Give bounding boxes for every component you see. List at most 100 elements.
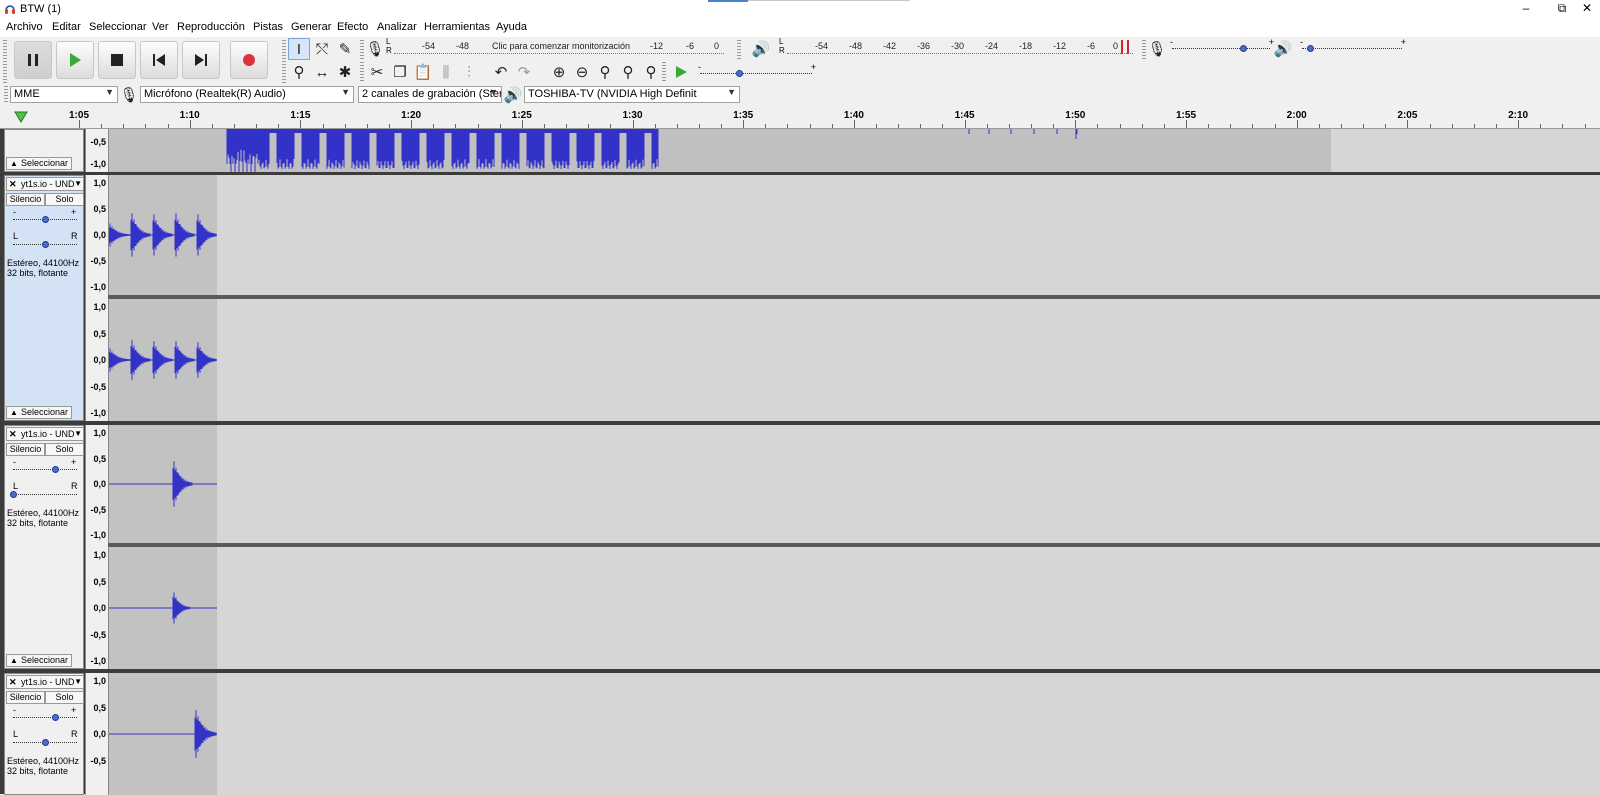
pan-knob[interactable] bbox=[42, 739, 49, 746]
minimize-button[interactable]: – bbox=[1508, 0, 1544, 19]
recording-channels-dropdown[interactable]: 2 canales de grabación (Ster ▼ bbox=[358, 86, 502, 103]
recording-device-dropdown[interactable]: Micrófono (Realtek(R) Audio) ▼ bbox=[140, 86, 354, 103]
menu-generar[interactable]: Generar bbox=[291, 21, 331, 33]
mute-button[interactable]: Silencio bbox=[6, 193, 45, 206]
menu-analizar[interactable]: Analizar bbox=[377, 21, 417, 33]
playback-meter[interactable]: -54 -48 -42 -36 -30 -24 -18 -12 -6 0 bbox=[787, 40, 1133, 54]
menu-editar[interactable]: Editar bbox=[52, 21, 81, 33]
timeshift-tool-icon[interactable]: ↔ bbox=[311, 61, 333, 83]
timeline-ruler[interactable]: 1:05 1:10 1:15 1:20 1:25 1:30 1:35 1:40 1:45 1:50… bbox=[0, 107, 1600, 129]
edit-grip[interactable] bbox=[360, 62, 364, 82]
redo-icon[interactable]: ↷ bbox=[513, 61, 535, 83]
fit-project-icon[interactable]: ⚲ bbox=[617, 61, 639, 83]
play-button[interactable] bbox=[56, 41, 94, 79]
recording-meter[interactable]: -54 -48 Clic para comenzar monitorizació… bbox=[394, 40, 724, 54]
playback-volume-slider[interactable]: - + bbox=[1300, 37, 1406, 52]
menu-herramientas[interactable]: Herramientas bbox=[424, 21, 490, 33]
menu-pistas[interactable]: Pistas bbox=[253, 21, 283, 33]
play-at-speed-knob[interactable] bbox=[736, 70, 744, 77]
track-control-panel[interactable]: ▲ Seleccionar bbox=[4, 129, 84, 172]
waveform-clip[interactable] bbox=[108, 129, 1600, 172]
menu-seleccionar[interactable]: Seleccionar bbox=[89, 21, 146, 33]
close-button[interactable]: ✕ bbox=[1574, 0, 1600, 19]
play-at-speed-slider[interactable]: - + bbox=[698, 62, 816, 77]
record-button[interactable] bbox=[230, 41, 268, 79]
mixer-grip[interactable] bbox=[1142, 40, 1146, 60]
pan-slider[interactable] bbox=[13, 739, 77, 746]
gain-knob[interactable] bbox=[51, 466, 59, 473]
stop-button[interactable] bbox=[98, 41, 136, 79]
audio-host-dropdown[interactable]: MME ▼ bbox=[10, 86, 118, 103]
select-track-button[interactable]: ▲ Seleccionar bbox=[6, 406, 72, 419]
skip-to-end-button[interactable] bbox=[182, 41, 220, 79]
vertical-scale[interactable]: 1,0 0,5 0,0 -0,5 bbox=[85, 673, 108, 795]
play-head-icon[interactable] bbox=[14, 111, 28, 123]
select-track-button[interactable]: ▲ Seleccionar bbox=[6, 654, 72, 667]
undo-icon[interactable]: ↶ bbox=[490, 61, 512, 83]
gain-knob[interactable] bbox=[42, 216, 49, 223]
track-control-panel[interactable]: ✕ yt1s.io - UND ▼ Silencio Solo - + L R Est… bbox=[4, 425, 84, 669]
draw-tool-icon[interactable]: ✎ bbox=[334, 38, 356, 60]
track-control-panel[interactable]: ✕ yt1s.io - UND ▼ Silencio Solo - + L R Est… bbox=[4, 175, 84, 421]
waveform-channel-left[interactable] bbox=[108, 673, 1600, 795]
menu-ver[interactable]: Ver bbox=[152, 21, 169, 33]
zoom-in-icon[interactable]: ⊕ bbox=[548, 61, 570, 83]
gain-slider[interactable] bbox=[13, 216, 77, 223]
trim-audio-icon[interactable]: ⫼ bbox=[435, 61, 457, 83]
waveform-channel-left[interactable] bbox=[108, 425, 1600, 543]
paste-icon[interactable]: 📋 bbox=[412, 61, 434, 83]
gain-knob[interactable] bbox=[51, 714, 59, 721]
device-grip[interactable] bbox=[4, 86, 8, 104]
play-meter-grip[interactable] bbox=[737, 40, 741, 60]
pan-slider[interactable] bbox=[10, 491, 77, 498]
waveform-channel-right[interactable] bbox=[108, 547, 1600, 669]
vertical-scale[interactable]: 1,0 0,5 0,0 -0,5 -1,0 1,0 0,5 0,0 -0,5 -1,0 bbox=[85, 175, 108, 421]
gain-slider[interactable] bbox=[13, 714, 77, 721]
close-track-icon[interactable]: ✕ bbox=[9, 178, 17, 190]
mute-button[interactable]: Silencio bbox=[6, 443, 45, 456]
pan-knob[interactable] bbox=[10, 491, 17, 498]
play-at-speed-button[interactable] bbox=[670, 61, 692, 83]
zoom-toggle-icon[interactable]: ⚲ bbox=[640, 61, 662, 83]
pause-button[interactable] bbox=[14, 41, 52, 79]
pan-knob[interactable] bbox=[42, 241, 49, 248]
waveform-channel-left[interactable] bbox=[108, 175, 1600, 295]
skip-to-start-button[interactable] bbox=[140, 41, 178, 79]
copy-icon[interactable]: ❐ bbox=[389, 61, 411, 83]
solo-button[interactable]: Solo bbox=[45, 443, 84, 456]
tools-grip[interactable] bbox=[282, 40, 286, 84]
zoom-out-icon[interactable]: ⊖ bbox=[571, 61, 593, 83]
pan-slider[interactable] bbox=[13, 241, 77, 248]
rec-meter-prompt[interactable]: Clic para comenzar monitorización bbox=[492, 41, 630, 51]
vertical-scale[interactable]: -0,5 -1,0 bbox=[85, 129, 108, 172]
envelope-tool-icon[interactable]: ⤲ bbox=[311, 38, 333, 60]
zoom-tool-icon[interactable]: ⚲ bbox=[288, 61, 310, 83]
menu-efecto[interactable]: Efecto bbox=[337, 21, 368, 33]
gain-slider[interactable] bbox=[13, 466, 77, 473]
track-name-menu[interactable]: ✕ yt1s.io - UND ▼ bbox=[6, 675, 84, 689]
fit-selection-icon[interactable]: ⚲ bbox=[594, 61, 616, 83]
waveform-channel-right[interactable] bbox=[108, 299, 1600, 421]
playback-volume-knob[interactable] bbox=[1307, 45, 1314, 52]
toolbar-grip[interactable] bbox=[3, 40, 7, 84]
vertical-scale[interactable]: 1,0 0,5 0,0 -0,5 -1,0 1,0 0,5 0,0 -0,5 -1,0 bbox=[85, 425, 108, 669]
recording-volume-knob[interactable] bbox=[1239, 45, 1247, 52]
menu-reproduccion[interactable]: Reproducción bbox=[177, 21, 245, 33]
select-track-button[interactable]: ▲ Seleccionar bbox=[6, 157, 72, 170]
mute-button[interactable]: Silencio bbox=[6, 691, 45, 704]
play-at-speed-grip[interactable] bbox=[662, 62, 666, 82]
close-track-icon[interactable]: ✕ bbox=[9, 676, 17, 688]
close-track-icon[interactable]: ✕ bbox=[9, 428, 17, 440]
track-control-panel[interactable]: ✕ yt1s.io - UND ▼ Silencio Solo - + L R Est… bbox=[4, 673, 84, 795]
selection-tool-icon[interactable]: I bbox=[288, 38, 310, 60]
playback-device-dropdown[interactable]: TOSHIBA-TV (NVIDIA High Definit ▼ bbox=[524, 86, 740, 103]
menu-archivo[interactable]: Archivo bbox=[6, 21, 43, 33]
solo-button[interactable]: Solo bbox=[45, 691, 84, 704]
multi-tool-icon[interactable]: ✱ bbox=[334, 61, 356, 83]
solo-button[interactable]: Solo bbox=[45, 193, 84, 206]
silence-audio-icon[interactable]: ⫶ bbox=[458, 61, 480, 83]
rec-meter-grip[interactable] bbox=[360, 40, 364, 60]
recording-volume-slider[interactable]: - + bbox=[1170, 37, 1274, 52]
cut-icon[interactable]: ✂ bbox=[366, 61, 388, 83]
track-name-menu[interactable]: ✕ yt1s.io - UND ▼ bbox=[6, 427, 84, 441]
